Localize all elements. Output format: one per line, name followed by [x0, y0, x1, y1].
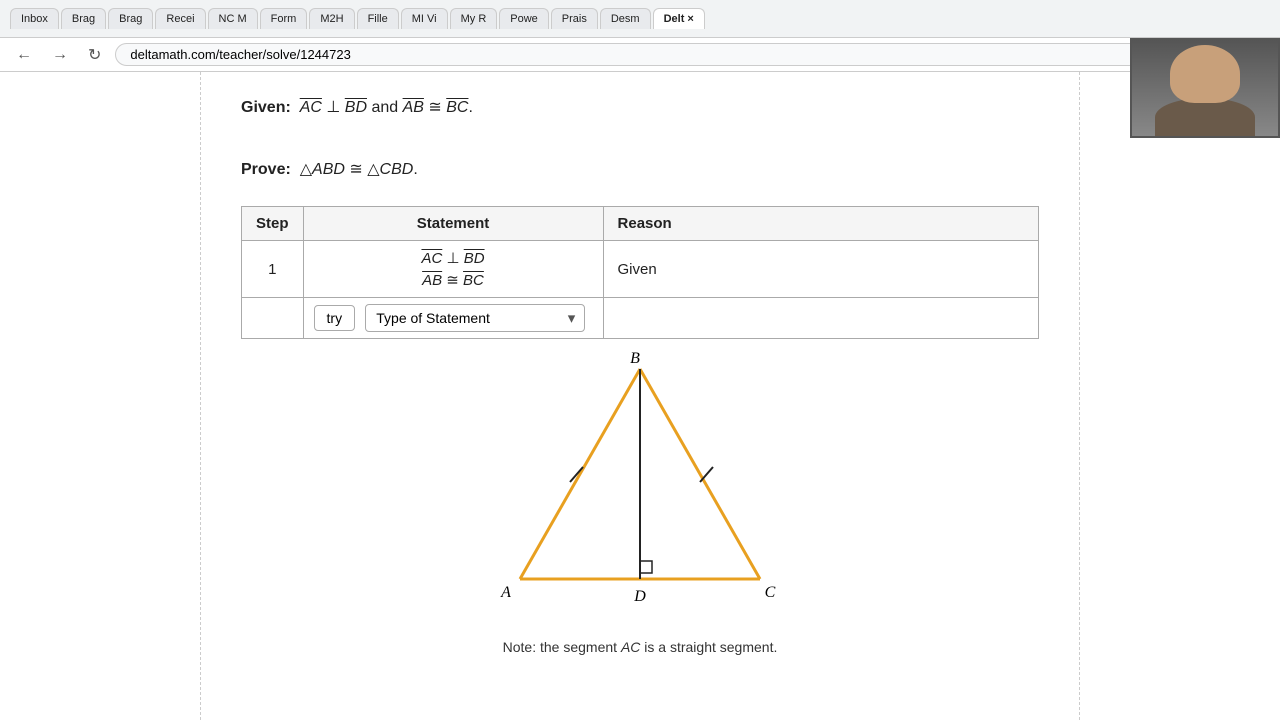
statement-line-1: AC ⊥ BD	[421, 249, 484, 267]
statement-lines: AC ⊥ BD AB ≅ BC	[318, 249, 589, 289]
diagram-container: B A D C	[241, 349, 1039, 629]
tab-myr[interactable]: My R	[450, 8, 498, 29]
tab-desm[interactable]: Desm	[600, 8, 651, 29]
tab-delt[interactable]: Delt ×	[653, 8, 705, 29]
tab-fille[interactable]: Fille	[357, 8, 399, 29]
note-suffix: is a straight segment.	[640, 639, 777, 655]
tab-form[interactable]: Form	[260, 8, 308, 29]
tab-inbox[interactable]: Inbox	[10, 8, 59, 29]
try-reason-cell	[603, 298, 1038, 339]
label-B: B	[630, 350, 640, 367]
label-C: C	[765, 584, 776, 601]
tab-ncm[interactable]: NC M	[208, 8, 258, 29]
try-step-cell	[242, 298, 304, 339]
tab-list: Inbox Brag Brag Recei NC M Form M2H Fill…	[10, 8, 1270, 29]
statement-line-2: AB ≅ BC	[422, 271, 484, 289]
prove-statement: Prove: △ABD ≅ △CBD.	[241, 154, 1039, 186]
tab-prais[interactable]: Prais	[551, 8, 598, 29]
note-segment: AC	[621, 639, 640, 655]
content-area: Given: AC ⊥ BD and AB ≅ BC. Prove: △ABD …	[200, 72, 1080, 720]
diagram-note: Note: the segment AC is a straight segme…	[241, 639, 1039, 655]
given-prove-section: Given: AC ⊥ BD and AB ≅ BC. Prove: △ABD …	[241, 92, 1039, 186]
prove-content: △ABD ≅ △CBD.	[295, 161, 418, 178]
tab-recei[interactable]: Recei	[155, 8, 205, 29]
prove-label: Prove:	[241, 161, 291, 178]
given-content: AC ⊥ BD and AB ≅ BC.	[295, 99, 473, 116]
note-prefix: Note: the segment	[503, 639, 621, 655]
reload-button[interactable]: ↻	[82, 43, 107, 67]
browser-toolbar: ← → ↻ ☆	[0, 38, 1280, 72]
step-number: 1	[242, 241, 304, 298]
tab-brag1[interactable]: Brag	[61, 8, 106, 29]
dropdown-wrapper: Type of Statement	[365, 304, 585, 332]
webcam-overlay	[1130, 38, 1280, 138]
forward-button[interactable]: →	[46, 44, 74, 66]
address-bar[interactable]	[115, 43, 1247, 66]
reason-cell: Given	[603, 241, 1038, 298]
given-statement: Given: AC ⊥ BD and AB ≅ BC.	[241, 92, 1039, 124]
try-row: try Type of Statement	[242, 298, 1039, 339]
col-reason: Reason	[603, 207, 1038, 241]
label-D: D	[633, 588, 646, 605]
try-button[interactable]: try	[314, 305, 356, 331]
try-stmt-cell: try Type of Statement	[303, 298, 603, 339]
table-row: 1 AC ⊥ BD AB ≅ BC Given	[242, 241, 1039, 298]
type-of-statement-dropdown[interactable]: Type of Statement	[365, 304, 585, 332]
page-wrapper: Given: AC ⊥ BD and AB ≅ BC. Prove: △ABD …	[0, 72, 1280, 720]
proof-table: Step Statement Reason 1 AC ⊥ BD	[241, 206, 1039, 339]
col-step: Step	[242, 207, 304, 241]
tab-mivi[interactable]: MI Vi	[401, 8, 448, 29]
statement-cell: AC ⊥ BD AB ≅ BC	[303, 241, 603, 298]
back-button[interactable]: ←	[10, 44, 38, 66]
browser-tabs-bar: Inbox Brag Brag Recei NC M Form M2H Fill…	[0, 0, 1280, 38]
tab-powe[interactable]: Powe	[499, 8, 549, 29]
table-header-row: Step Statement Reason	[242, 207, 1039, 241]
geometry-diagram: B A D C	[490, 349, 790, 629]
given-label: Given:	[241, 99, 291, 116]
tab-m2h[interactable]: M2H	[309, 8, 354, 29]
label-A: A	[500, 584, 511, 601]
tab-brag2[interactable]: Brag	[108, 8, 153, 29]
col-statement: Statement	[303, 207, 603, 241]
